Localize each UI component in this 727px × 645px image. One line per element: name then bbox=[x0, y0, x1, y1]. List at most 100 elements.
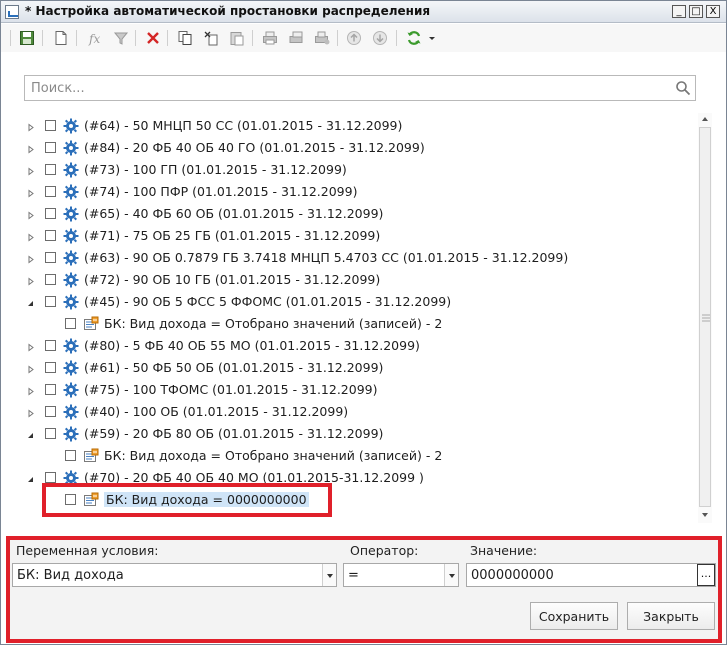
chevron-down-icon[interactable] bbox=[322, 564, 336, 586]
tree-node-label[interactable]: (#40) - 100 ОБ (01.01.2015 - 31.12.2099) bbox=[84, 404, 348, 419]
variable-combo[interactable]: БК: Вид дохода bbox=[12, 563, 337, 587]
expanded-triangle-icon[interactable] bbox=[27, 429, 35, 438]
tree-node-label[interactable]: (#61) - 50 ФБ 50 ОБ (01.01.2015 - 31.12.… bbox=[84, 360, 383, 375]
ellipsis-button[interactable]: ... bbox=[697, 564, 715, 586]
row-checkbox[interactable] bbox=[45, 120, 56, 131]
formula-icon[interactable]: fx bbox=[86, 29, 104, 47]
operator-combo[interactable]: = bbox=[343, 563, 459, 587]
chevron-down-icon[interactable] bbox=[444, 564, 458, 586]
row-checkbox[interactable] bbox=[45, 186, 56, 197]
close-dialog-button[interactable]: Закрыть bbox=[627, 602, 715, 630]
row-checkbox[interactable] bbox=[45, 296, 56, 307]
tree-node[interactable]: (#59) - 20 ФБ 80 ОБ (01.01.2015 - 31.12.… bbox=[5, 423, 695, 445]
condition-tree[interactable]: (#64) - 50 МНЦП 50 СС (01.01.2015 - 31.1… bbox=[5, 115, 695, 525]
row-checkbox[interactable] bbox=[45, 340, 56, 351]
row-checkbox[interactable] bbox=[45, 208, 56, 219]
tree-node-label[interactable]: (#71) - 75 ОБ 25 ГБ (01.01.2015 - 31.12.… bbox=[84, 228, 380, 243]
tree-node[interactable]: (#61) - 50 ФБ 50 ОБ (01.01.2015 - 31.12.… bbox=[5, 357, 695, 379]
row-checkbox[interactable] bbox=[45, 472, 56, 483]
value-field[interactable]: 0000000000 ... bbox=[466, 563, 716, 587]
tree-node[interactable]: (#40) - 100 ОБ (01.01.2015 - 31.12.2099) bbox=[5, 401, 695, 423]
tree-node[interactable]: (#75) - 100 ТФОМС (01.01.2015 - 31.12.20… bbox=[5, 379, 695, 401]
row-checkbox[interactable] bbox=[65, 450, 76, 461]
tree-node[interactable]: (#45) - 90 ОБ 5 ФСС 5 ФФОМС (01.01.2015 … bbox=[5, 291, 695, 313]
tree-node[interactable]: (#73) - 100 ГП (01.01.2015 - 31.12.2099) bbox=[5, 159, 695, 181]
row-checkbox[interactable] bbox=[45, 406, 56, 417]
move-down-icon[interactable] bbox=[371, 29, 389, 47]
scroll-down-arrow-icon[interactable] bbox=[699, 509, 711, 521]
row-checkbox[interactable] bbox=[45, 274, 56, 285]
filter-icon[interactable] bbox=[112, 29, 130, 47]
collapsed-triangle-icon[interactable] bbox=[27, 363, 35, 374]
tree-node-label[interactable]: (#64) - 50 МНЦП 50 СС (01.01.2015 - 31.1… bbox=[84, 118, 402, 133]
gear-icon bbox=[63, 426, 79, 442]
collapsed-triangle-icon[interactable] bbox=[27, 341, 35, 352]
copy-icon[interactable] bbox=[176, 29, 194, 47]
print-icon[interactable] bbox=[261, 29, 279, 47]
row-checkbox[interactable] bbox=[45, 384, 56, 395]
tree-node[interactable]: (#64) - 50 МНЦП 50 СС (01.01.2015 - 31.1… bbox=[5, 115, 695, 137]
tree-node[interactable]: (#63) - 90 ОБ 0.7879 ГБ 3.7418 МНЦП 5.47… bbox=[5, 247, 695, 269]
condition-label[interactable]: БК: Вид дохода = Отобрано значений (запи… bbox=[104, 316, 442, 331]
tree-node-label[interactable]: (#80) - 5 ФБ 40 ОБ 55 МО (01.01.2015 - 3… bbox=[84, 338, 420, 353]
tree-node[interactable]: (#80) - 5 ФБ 40 ОБ 55 МО (01.01.2015 - 3… bbox=[5, 335, 695, 357]
tree-node-label[interactable]: (#75) - 100 ТФОМС (01.01.2015 - 31.12.20… bbox=[84, 382, 378, 397]
refresh-icon[interactable] bbox=[405, 29, 423, 47]
paste-icon[interactable] bbox=[228, 29, 246, 47]
collapsed-triangle-icon[interactable] bbox=[27, 385, 35, 396]
new-document-icon[interactable] bbox=[52, 29, 70, 47]
collapsed-triangle-icon[interactable] bbox=[27, 121, 35, 132]
tree-node[interactable]: (#74) - 100 ПФР (01.01.2015 - 31.12.2099… bbox=[5, 181, 695, 203]
scroll-thumb[interactable] bbox=[699, 127, 711, 507]
row-checkbox[interactable] bbox=[45, 428, 56, 439]
tree-node-label[interactable]: (#65) - 40 ФБ 60 ОБ (01.01.2015 - 31.12.… bbox=[84, 206, 383, 221]
collapsed-triangle-icon[interactable] bbox=[27, 407, 35, 418]
tree-node-label[interactable]: (#72) - 90 ОБ 10 ГБ (01.01.2015 - 31.12.… bbox=[84, 272, 380, 287]
collapsed-triangle-icon[interactable] bbox=[27, 231, 35, 242]
condition-label[interactable]: БК: Вид дохода = Отобрано значений (запи… bbox=[104, 448, 442, 463]
tree-node-label[interactable]: (#63) - 90 ОБ 0.7879 ГБ 3.7418 МНЦП 5.47… bbox=[84, 250, 568, 265]
dropdown-arrow-icon[interactable] bbox=[427, 29, 437, 47]
tree-node[interactable]: (#84) - 20 ФБ 40 ОБ 40 ГО (01.01.2015 - … bbox=[5, 137, 695, 159]
save-icon[interactable] bbox=[18, 29, 36, 47]
expanded-triangle-icon[interactable] bbox=[27, 473, 35, 482]
row-checkbox[interactable] bbox=[45, 252, 56, 263]
delete-icon[interactable] bbox=[144, 29, 162, 47]
close-button[interactable]: X bbox=[706, 5, 720, 18]
tree-node-label[interactable]: (#45) - 90 ОБ 5 ФСС 5 ФФОМС (01.01.2015 … bbox=[84, 294, 451, 309]
tree-condition-row[interactable]: БК: Вид дохода = Отобрано значений (запи… bbox=[5, 313, 695, 335]
tree-node-label[interactable]: (#84) - 20 ФБ 40 ОБ 40 ГО (01.01.2015 - … bbox=[84, 140, 425, 155]
move-up-icon[interactable] bbox=[345, 29, 363, 47]
row-checkbox[interactable] bbox=[45, 142, 56, 153]
collapsed-triangle-icon[interactable] bbox=[27, 187, 35, 198]
save-button[interactable]: Сохранить bbox=[530, 602, 618, 630]
value-field-text[interactable]: 0000000000 bbox=[471, 568, 554, 583]
tree-node[interactable]: (#71) - 75 ОБ 25 ГБ (01.01.2015 - 31.12.… bbox=[5, 225, 695, 247]
print-settings-icon[interactable] bbox=[313, 29, 331, 47]
search-icon[interactable] bbox=[675, 80, 691, 96]
tree-condition-row[interactable]: БК: Вид дохода = Отобрано значений (запи… bbox=[5, 445, 695, 467]
vertical-scrollbar[interactable] bbox=[698, 113, 712, 523]
tree-node[interactable]: (#72) - 90 ОБ 10 ГБ (01.01.2015 - 31.12.… bbox=[5, 269, 695, 291]
collapsed-triangle-icon[interactable] bbox=[27, 275, 35, 286]
scroll-up-arrow-icon[interactable] bbox=[699, 113, 711, 125]
collapsed-triangle-icon[interactable] bbox=[27, 253, 35, 264]
collapsed-triangle-icon[interactable] bbox=[27, 143, 35, 154]
tree-node-label[interactable]: (#74) - 100 ПФР (01.01.2015 - 31.12.2099… bbox=[84, 184, 357, 199]
maximize-button[interactable]: □ bbox=[689, 5, 703, 18]
collapsed-triangle-icon[interactable] bbox=[27, 165, 35, 176]
tree-node-label[interactable]: (#59) - 20 ФБ 80 ОБ (01.01.2015 - 31.12.… bbox=[84, 426, 383, 441]
search-input[interactable] bbox=[25, 76, 665, 100]
expanded-triangle-icon[interactable] bbox=[27, 297, 35, 306]
row-checkbox[interactable] bbox=[45, 362, 56, 373]
tree-node-label[interactable]: (#73) - 100 ГП (01.01.2015 - 31.12.2099) bbox=[84, 162, 347, 177]
tree-node[interactable]: (#65) - 40 ФБ 60 ОБ (01.01.2015 - 31.12.… bbox=[5, 203, 695, 225]
print-preview-icon[interactable] bbox=[287, 29, 305, 47]
row-checkbox[interactable] bbox=[45, 230, 56, 241]
row-checkbox[interactable] bbox=[65, 318, 76, 329]
row-checkbox[interactable] bbox=[45, 164, 56, 175]
collapsed-triangle-icon[interactable] bbox=[27, 209, 35, 220]
minimize-button[interactable]: _ bbox=[672, 5, 686, 18]
title-bar[interactable]: * Настройка автоматической простановки р… bbox=[1, 1, 726, 23]
cut-icon[interactable] bbox=[202, 29, 220, 47]
